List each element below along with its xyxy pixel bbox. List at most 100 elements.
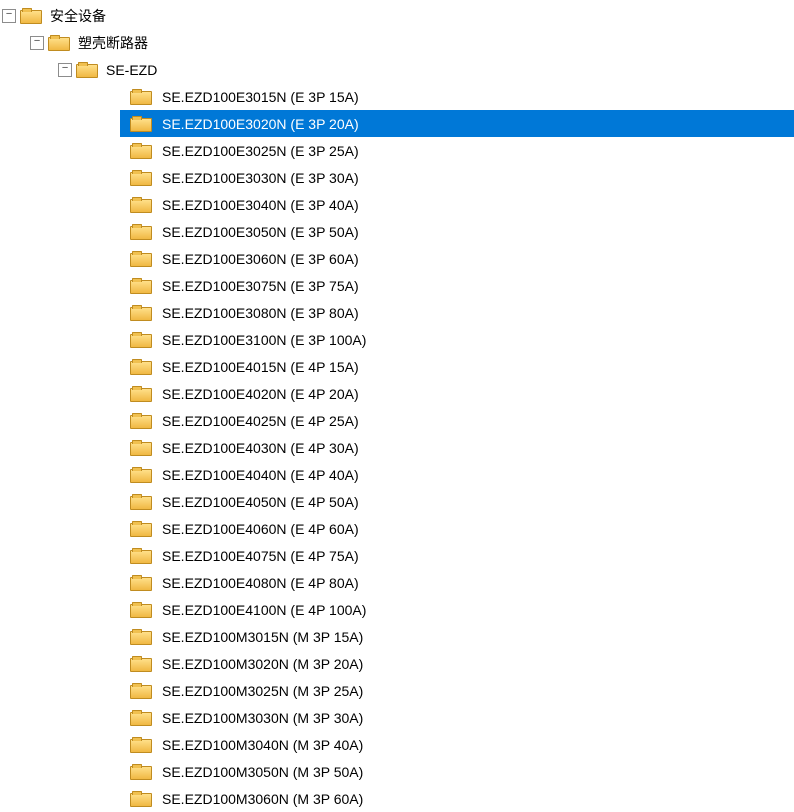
tree-node-root[interactable]: − 安全设备 [0,2,794,29]
tree-view: − 安全设备 − 塑壳断路器 − SE-EZD SE.EZD100E3015N … [0,0,794,812]
tree-item[interactable]: SE.EZD100E3060N (E 3P 60A) [0,245,794,272]
tree-item-content[interactable]: SE.EZD100E3050N (E 3P 50A) [120,218,794,245]
tree-item[interactable]: SE.EZD100E3050N (E 3P 50A) [0,218,794,245]
folder-icon [130,738,150,752]
tree-item-content[interactable]: SE.EZD100E3030N (E 3P 30A) [120,164,794,191]
tree-item-content[interactable]: SE.EZD100E4050N (E 4P 50A) [120,488,794,515]
tree-item-content[interactable]: SE.EZD100E4080N (E 4P 80A) [120,569,794,596]
tree-item-label: SE.EZD100M3025N (M 3P 25A) [156,683,369,699]
folder-icon [130,495,150,509]
tree-item-label: SE.EZD100E4100N (E 4P 100A) [156,602,372,618]
tree-item-label: SE.EZD100E3075N (E 3P 75A) [156,278,365,294]
tree-item[interactable]: SE.EZD100E3075N (E 3P 75A) [0,272,794,299]
tree-item-label: SE.EZD100E3080N (E 3P 80A) [156,305,365,321]
folder-icon [130,279,150,293]
tree-item[interactable]: SE.EZD100M3050N (M 3P 50A) [0,758,794,785]
tree-item-label: SE.EZD100M3015N (M 3P 15A) [156,629,369,645]
folder-icon [130,711,150,725]
tree-item[interactable]: SE.EZD100E3080N (E 3P 80A) [0,299,794,326]
tree-node-level2[interactable]: − SE-EZD [0,56,794,83]
folder-icon [130,792,150,806]
tree-item-content[interactable]: SE.EZD100E4015N (E 4P 15A) [120,353,794,380]
folder-icon [130,171,150,185]
tree-item[interactable]: SE.EZD100E4030N (E 4P 30A) [0,434,794,461]
tree-item[interactable]: SE.EZD100E3020N (E 3P 20A) [0,110,794,137]
tree-item-label: SE.EZD100E4025N (E 4P 25A) [156,413,365,429]
tree-item[interactable]: SE.EZD100M3030N (M 3P 30A) [0,704,794,731]
folder-icon [130,684,150,698]
folder-icon [130,630,150,644]
tree-item[interactable]: SE.EZD100E3015N (E 3P 15A) [0,83,794,110]
collapse-toggle-icon[interactable]: − [58,63,72,77]
tree-node-label: SE-EZD [102,62,161,78]
tree-item[interactable]: SE.EZD100E3025N (E 3P 25A) [0,137,794,164]
tree-item-content[interactable]: SE.EZD100E4100N (E 4P 100A) [120,596,794,623]
tree-item-content[interactable]: SE.EZD100E4060N (E 4P 60A) [120,515,794,542]
tree-item[interactable]: SE.EZD100E4015N (E 4P 15A) [0,353,794,380]
tree-item-content[interactable]: SE.EZD100E3025N (E 3P 25A) [120,137,794,164]
tree-item[interactable]: SE.EZD100M3060N (M 3P 60A) [0,785,794,812]
tree-item-content[interactable]: SE.EZD100E4025N (E 4P 25A) [120,407,794,434]
tree-item-label: SE.EZD100E4030N (E 4P 30A) [156,440,365,456]
tree-item-content[interactable]: SE.EZD100M3030N (M 3P 30A) [120,704,794,731]
tree-item-content[interactable]: SE.EZD100E3100N (E 3P 100A) [120,326,794,353]
folder-icon [130,360,150,374]
tree-item-label: SE.EZD100E3020N (E 3P 20A) [156,116,365,132]
folder-icon [130,657,150,671]
folder-icon [130,144,150,158]
folder-icon [130,306,150,320]
tree-item-content[interactable]: SE.EZD100E3020N (E 3P 20A) [120,110,794,137]
folder-icon [130,198,150,212]
folder-icon [130,468,150,482]
folder-icon [130,333,150,347]
tree-item-content[interactable]: SE.EZD100E4020N (E 4P 20A) [120,380,794,407]
tree-item[interactable]: SE.EZD100E4040N (E 4P 40A) [0,461,794,488]
tree-item[interactable]: SE.EZD100E4100N (E 4P 100A) [0,596,794,623]
tree-item-content[interactable]: SE.EZD100E3060N (E 3P 60A) [120,245,794,272]
tree-item-label: SE.EZD100E4075N (E 4P 75A) [156,548,365,564]
tree-item-content[interactable]: SE.EZD100E4075N (E 4P 75A) [120,542,794,569]
tree-item-content[interactable]: SE.EZD100E3015N (E 3P 15A) [120,83,794,110]
tree-item-label: SE.EZD100E3025N (E 3P 25A) [156,143,365,159]
tree-item-label: SE.EZD100E3100N (E 3P 100A) [156,332,372,348]
tree-item-content[interactable]: SE.EZD100M3015N (M 3P 15A) [120,623,794,650]
tree-item-content[interactable]: SE.EZD100M3050N (M 3P 50A) [120,758,794,785]
tree-item[interactable]: SE.EZD100E4075N (E 4P 75A) [0,542,794,569]
tree-item-content[interactable]: SE.EZD100M3020N (M 3P 20A) [120,650,794,677]
tree-item-content[interactable]: SE.EZD100E4030N (E 4P 30A) [120,434,794,461]
tree-item[interactable]: SE.EZD100E4060N (E 4P 60A) [0,515,794,542]
tree-item[interactable]: SE.EZD100M3040N (M 3P 40A) [0,731,794,758]
tree-item[interactable]: SE.EZD100M3020N (M 3P 20A) [0,650,794,677]
tree-item[interactable]: SE.EZD100M3025N (M 3P 25A) [0,677,794,704]
tree-item-content[interactable]: SE.EZD100M3040N (M 3P 40A) [120,731,794,758]
tree-item[interactable]: SE.EZD100E3040N (E 3P 40A) [0,191,794,218]
tree-item[interactable]: SE.EZD100E3100N (E 3P 100A) [0,326,794,353]
tree-item[interactable]: SE.EZD100E4050N (E 4P 50A) [0,488,794,515]
folder-icon [20,9,40,23]
tree-item[interactable]: SE.EZD100E4025N (E 4P 25A) [0,407,794,434]
tree-item[interactable]: SE.EZD100M3015N (M 3P 15A) [0,623,794,650]
tree-item-content[interactable]: SE.EZD100M3060N (M 3P 60A) [120,785,794,812]
collapse-toggle-icon[interactable]: − [2,9,16,23]
folder-icon [130,387,150,401]
tree-item[interactable]: SE.EZD100E4080N (E 4P 80A) [0,569,794,596]
tree-item-label: SE.EZD100E3030N (E 3P 30A) [156,170,365,186]
tree-item-content[interactable]: SE.EZD100M3025N (M 3P 25A) [120,677,794,704]
tree-node-level1[interactable]: − 塑壳断路器 [0,29,794,56]
tree-item-content[interactable]: SE.EZD100E3040N (E 3P 40A) [120,191,794,218]
folder-icon [76,63,96,77]
tree-node-label: 安全设备 [46,6,110,26]
tree-item[interactable]: SE.EZD100E3030N (E 3P 30A) [0,164,794,191]
tree-item-content[interactable]: SE.EZD100E3075N (E 3P 75A) [120,272,794,299]
tree-item[interactable]: SE.EZD100E4020N (E 4P 20A) [0,380,794,407]
tree-item-content[interactable]: SE.EZD100E3080N (E 3P 80A) [120,299,794,326]
folder-icon [130,576,150,590]
tree-item-content[interactable]: SE.EZD100E4040N (E 4P 40A) [120,461,794,488]
tree-item-label: SE.EZD100E3060N (E 3P 60A) [156,251,365,267]
tree-item-label: SE.EZD100M3020N (M 3P 20A) [156,656,369,672]
tree-item-label: SE.EZD100E4015N (E 4P 15A) [156,359,365,375]
tree-item-label: SE.EZD100M3050N (M 3P 50A) [156,764,369,780]
folder-icon [130,414,150,428]
collapse-toggle-icon[interactable]: − [30,36,44,50]
tree-item-label: SE.EZD100M3060N (M 3P 60A) [156,791,369,807]
